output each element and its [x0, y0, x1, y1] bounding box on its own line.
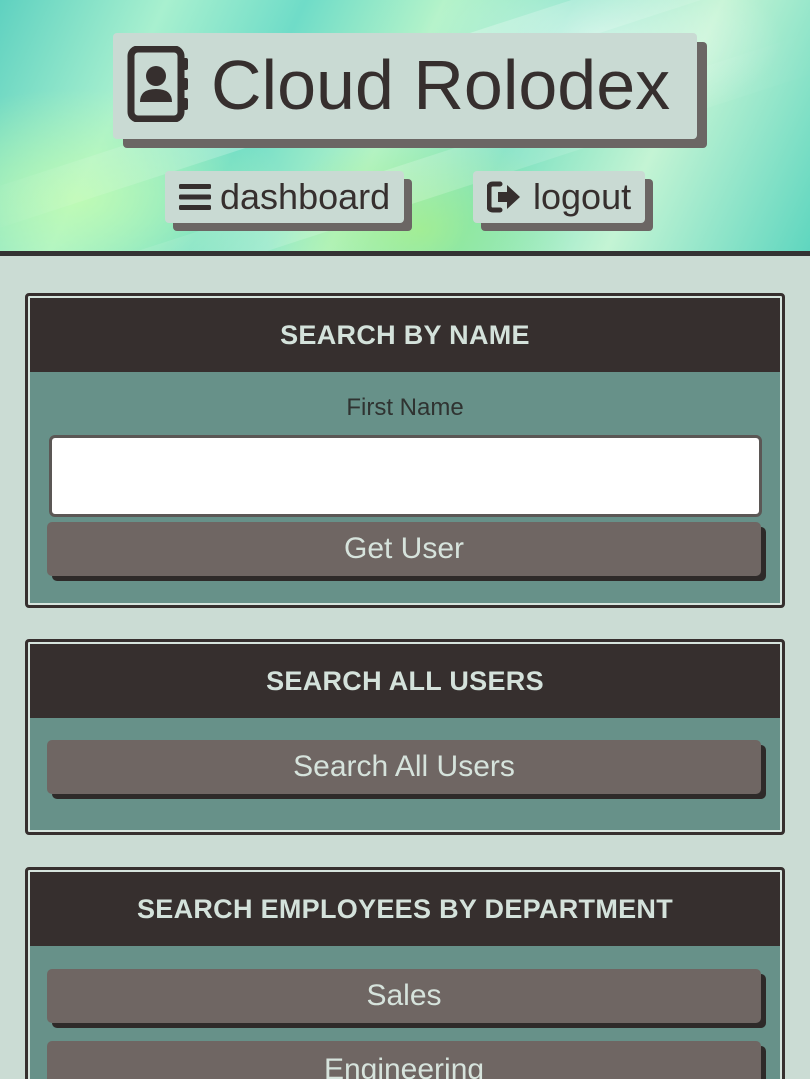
header-banner: Cloud Rolodex dashboard logout	[0, 0, 810, 256]
search-by-name-panel: SEARCH BY NAME First Name Get User	[25, 293, 785, 608]
address-book-icon	[127, 46, 188, 122]
bars-icon	[179, 184, 211, 210]
search-all-users-panel: SEARCH ALL USERS Search All Users	[25, 639, 785, 835]
department-button-sales[interactable]: Sales	[47, 969, 761, 1023]
search-by-department-panel: SEARCH EMPLOYEES BY DEPARTMENT Sales Eng…	[25, 867, 785, 1079]
sign-out-icon	[487, 181, 520, 213]
department-button-engineering[interactable]: Engineering	[47, 1041, 761, 1079]
first-name-field[interactable]	[49, 435, 762, 517]
panel-heading: SEARCH BY NAME	[30, 298, 780, 372]
panel-heading: SEARCH ALL USERS	[30, 644, 780, 718]
first-name-label: First Name	[346, 394, 464, 421]
app-title: Cloud Rolodex	[211, 46, 671, 124]
search-all-users-button[interactable]: Search All Users	[47, 740, 761, 794]
app-title-box: Cloud Rolodex	[113, 33, 697, 139]
dashboard-label: dashboard	[220, 176, 391, 217]
dashboard-button[interactable]: dashboard	[165, 171, 404, 223]
get-user-button[interactable]: Get User	[47, 522, 761, 576]
logout-button[interactable]: logout	[473, 171, 645, 223]
panel-heading: SEARCH EMPLOYEES BY DEPARTMENT	[30, 872, 780, 946]
logout-label: logout	[533, 176, 632, 217]
